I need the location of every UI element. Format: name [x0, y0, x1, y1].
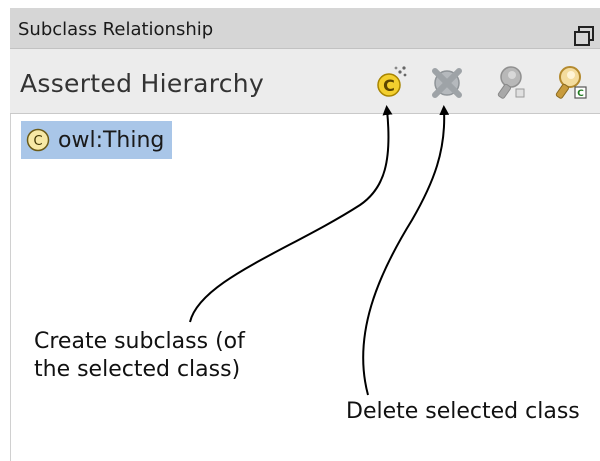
delete-class-annotation: Delete selected class [346, 399, 580, 424]
create-subclass-annotation: Create subclass (of the selected class) [34, 328, 245, 384]
create-subclass-annotation-line2: the selected class) [34, 357, 241, 382]
create-subclass-annotation-line1: Create subclass (of [34, 329, 245, 354]
annotation-arrows [189, 105, 450, 396]
create-subclass-arrow [189, 105, 393, 323]
delete-class-arrow [362, 105, 450, 396]
